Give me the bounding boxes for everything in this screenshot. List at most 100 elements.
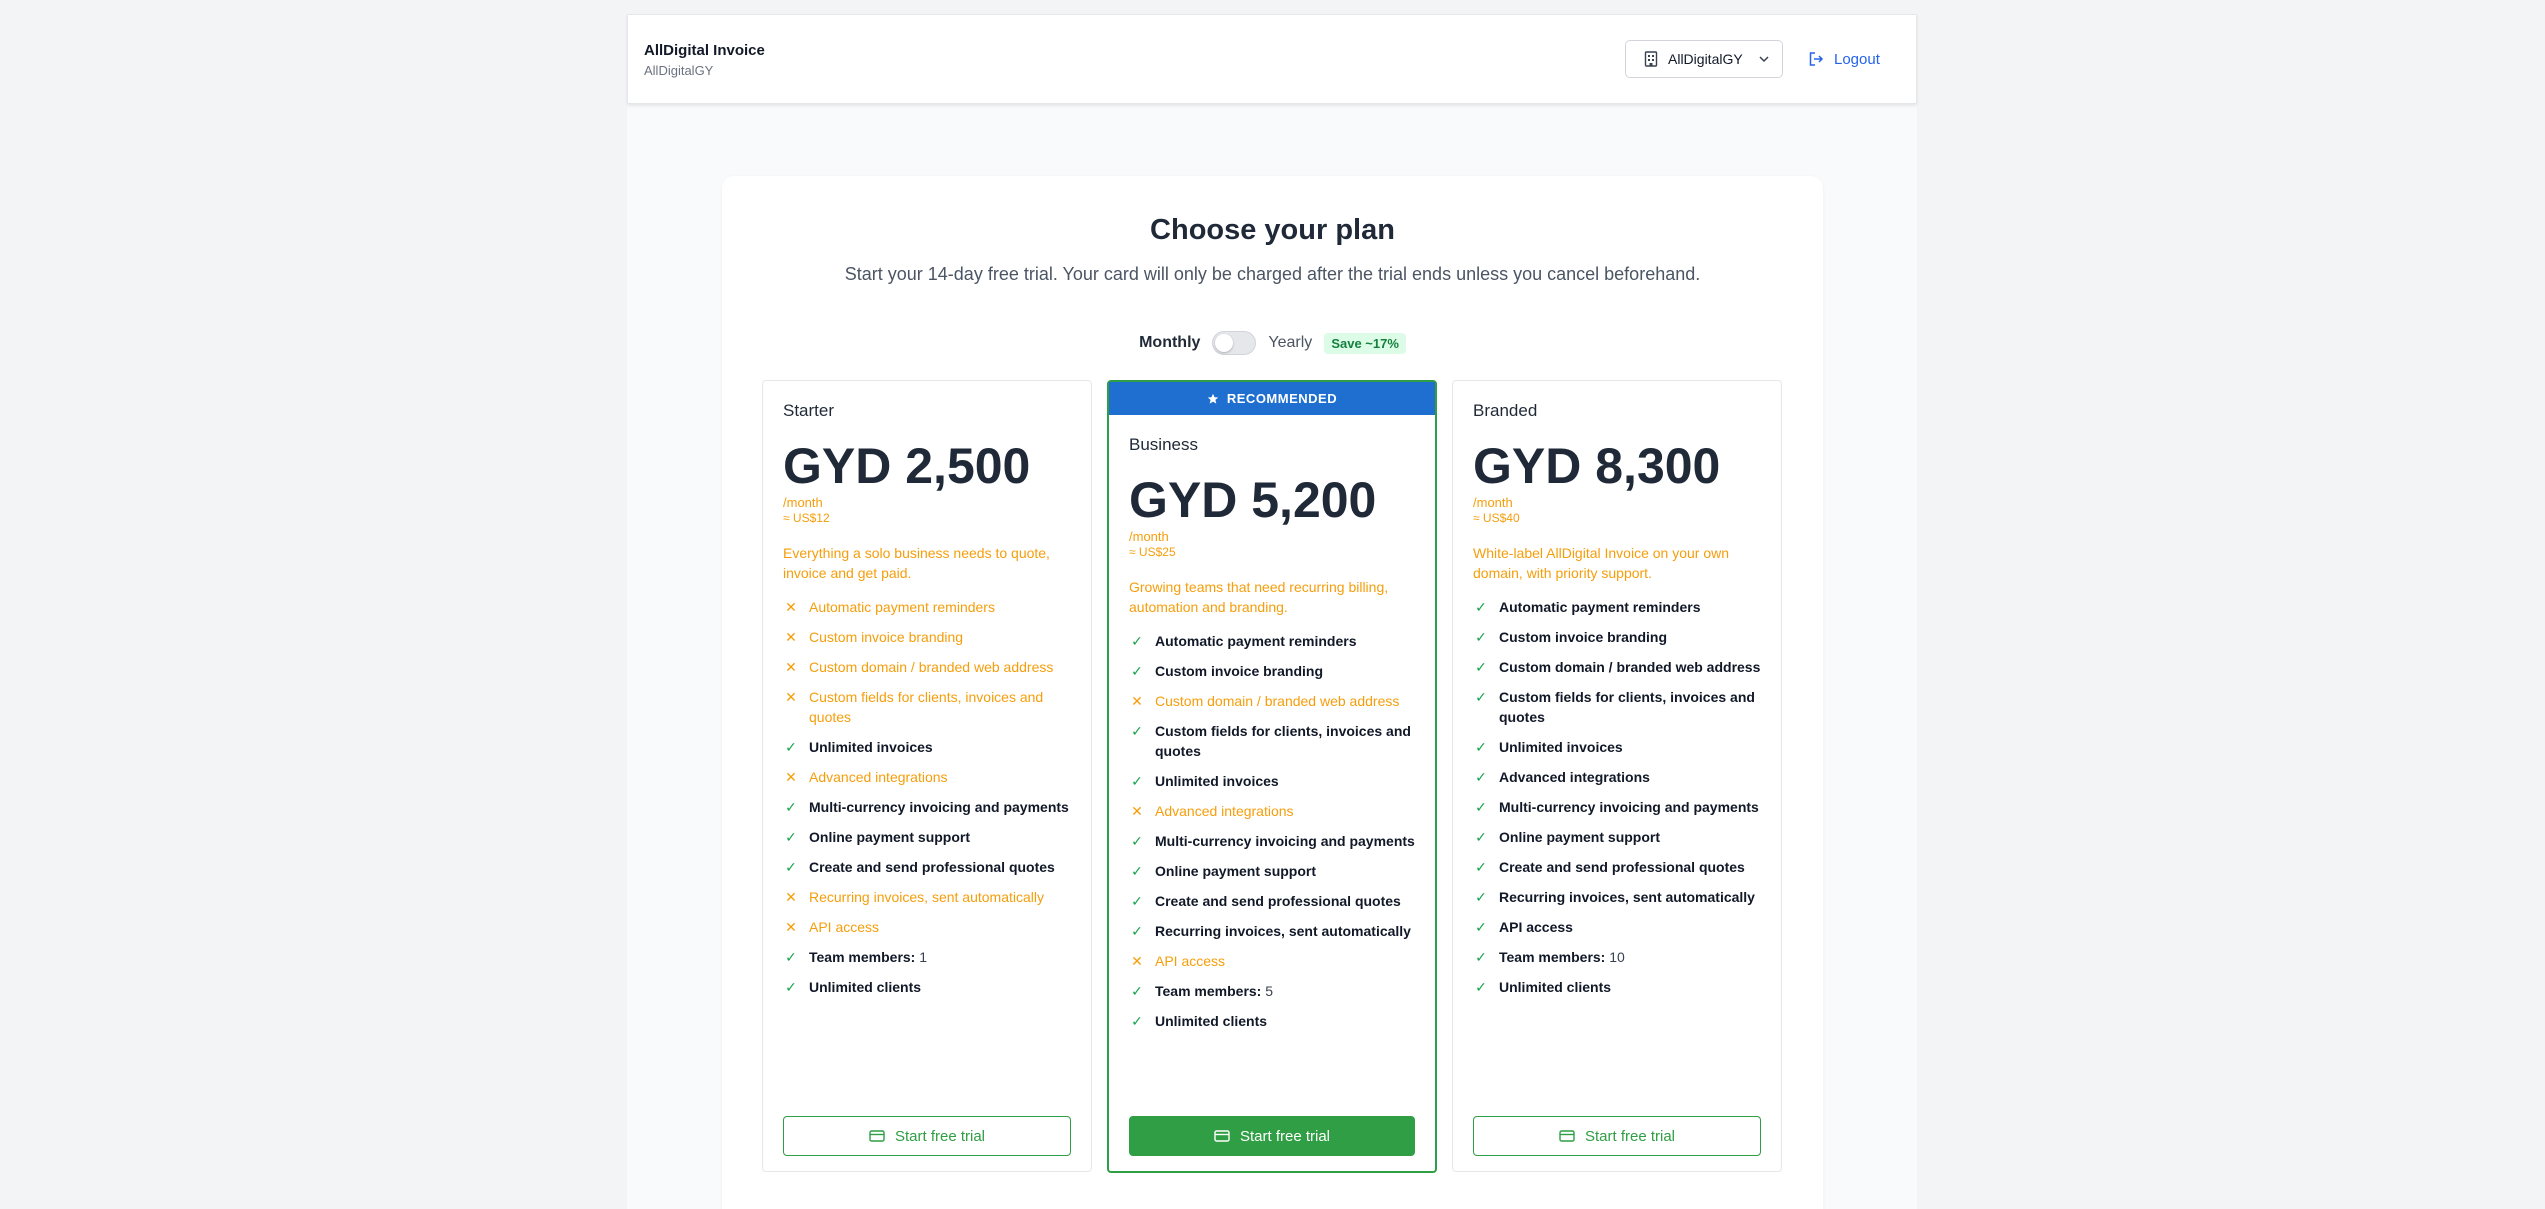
- logout-label: Logout: [1834, 50, 1880, 68]
- yearly-label: Yearly: [1268, 334, 1313, 351]
- feature-item: ✓ Create and send professional quotes: [1129, 891, 1415, 911]
- feature-item: ✓ Unlimited invoices: [1129, 771, 1415, 791]
- building-icon: [1644, 51, 1658, 67]
- feature-label-text: Custom fields for clients, invoices and …: [1155, 723, 1411, 759]
- feature-item: ✓ Multi-currency invoicing and payments: [783, 797, 1071, 817]
- feature-label: Create and send professional quotes: [1155, 891, 1401, 911]
- toggle-knob: [1215, 334, 1234, 352]
- feature-item: ✓ Unlimited clients: [1129, 1011, 1415, 1031]
- feature-label: Automatic payment reminders: [1155, 631, 1357, 651]
- cross-icon: ✕: [785, 889, 797, 905]
- feature-item: ✓ Unlimited invoices: [1473, 737, 1761, 757]
- feature-item: ✕ Advanced integrations: [1129, 801, 1415, 821]
- credit-card-icon: [1214, 1130, 1230, 1142]
- feature-label-text: Unlimited clients: [809, 979, 922, 995]
- feature-label-text: Custom invoice branding: [1155, 663, 1324, 679]
- feature-list: ✓ Automatic payment reminders ✓ Custom invo…: [1129, 631, 1415, 1031]
- feature-item: ✓ API access: [1473, 917, 1761, 937]
- start-trial-label: Start free trial: [894, 1127, 986, 1145]
- feature-label-text: Automatic payment reminders: [1499, 599, 1701, 615]
- feature-label: Automatic payment reminders: [809, 597, 995, 617]
- start-trial-label: Start free trial: [1584, 1127, 1676, 1145]
- feature-label-text: Advanced integrations: [1155, 803, 1294, 819]
- plan-name: Starter: [783, 401, 835, 420]
- feature-label: Online payment support: [809, 827, 970, 847]
- plan-period: /month: [783, 495, 823, 510]
- feature-label-text: Custom invoice branding: [809, 629, 964, 645]
- page-subtitle: Start your 14-day free trial. Your card …: [844, 264, 1701, 284]
- feature-item: ✓ Custom domain / branded web address: [1473, 657, 1761, 677]
- plan-usd-price: ≈ US$25: [1129, 545, 1176, 559]
- feature-label-text: Custom domain / branded web address: [1155, 693, 1400, 709]
- plan-description: Growing teams that need recurring billin…: [1129, 579, 1389, 615]
- cross-icon: ✕: [785, 629, 797, 645]
- check-icon: ✓: [1131, 893, 1143, 909]
- feature-label-text: Online payment support: [809, 829, 971, 845]
- feature-label: Multi-currency invoicing and payments: [1155, 831, 1415, 851]
- plan-usd-price: ≈ US$12: [783, 511, 830, 525]
- feature-item: ✓ Recurring invoices, sent automatically: [1129, 921, 1415, 941]
- check-icon: ✓: [1475, 889, 1487, 905]
- check-icon: ✓: [1475, 689, 1487, 705]
- plan-card-business: RECOMMENDED Business GYD 5,200 /month ≈ …: [1107, 380, 1437, 1173]
- credit-card-icon: [869, 1130, 885, 1142]
- feature-label: Recurring invoices, sent automatically: [1155, 921, 1411, 941]
- feature-list: ✕ Automatic payment reminders ✕ Custom invo…: [783, 597, 1071, 997]
- feature-label-text: Automatic payment reminders: [809, 599, 995, 615]
- billing-toggle[interactable]: [1212, 331, 1257, 355]
- recommended-banner: RECOMMENDED: [1109, 382, 1435, 415]
- feature-label-text: Automatic payment reminders: [1155, 633, 1357, 649]
- recommended-label: RECOMMENDED: [1226, 391, 1338, 406]
- feature-label: Advanced integrations: [1499, 767, 1650, 787]
- feature-label-text: Unlimited clients: [1499, 979, 1612, 995]
- feature-label-text: Online payment support: [1499, 829, 1661, 845]
- start-trial-button-branded[interactable]: Start free trial: [1473, 1116, 1761, 1156]
- start-trial-button-business[interactable]: Start free trial: [1129, 1116, 1415, 1156]
- feature-label: Team members: 5: [1155, 981, 1273, 1001]
- plan-card-branded: Branded GYD 8,300 /month ≈ US$40 White-l…: [1452, 380, 1782, 1172]
- check-icon: ✓: [785, 799, 797, 815]
- check-icon: ✓: [1131, 863, 1143, 879]
- feature-item: ✓ Unlimited invoices: [783, 737, 1071, 757]
- cross-icon: ✕: [785, 769, 797, 785]
- feature-item: ✓ Team members: 5: [1129, 981, 1415, 1001]
- feature-item: ✓ Multi-currency invoicing and payments: [1129, 831, 1415, 851]
- feature-item: ✓ Recurring invoices, sent automatically: [1473, 887, 1761, 907]
- start-trial-button-starter[interactable]: Start free trial: [783, 1116, 1071, 1156]
- check-icon: ✓: [1131, 773, 1143, 789]
- feature-label: Multi-currency invoicing and payments: [809, 797, 1069, 817]
- plan-body: Starter GYD 2,500 /month ≈ US$12 Everyth…: [783, 401, 1071, 1007]
- logout-button[interactable]: Logout: [1808, 40, 1880, 78]
- feature-item: ✕ API access: [1129, 951, 1415, 971]
- check-icon: ✓: [785, 979, 797, 995]
- plan-name: Business: [1129, 435, 1198, 454]
- feature-item: ✓ Custom fields for clients, invoices and…: [1129, 721, 1415, 761]
- organization-select[interactable]: AllDigitalGY: [1625, 40, 1783, 78]
- feature-label-text: Custom invoice branding: [1499, 629, 1668, 645]
- cross-icon: ✕: [785, 659, 797, 675]
- check-icon: ✓: [1475, 629, 1487, 645]
- app-name: AllDigital Invoice: [644, 42, 765, 59]
- plan-price: GYD 5,200: [1129, 472, 1377, 528]
- feature-label: Create and send professional quotes: [1499, 857, 1745, 877]
- feature-label-text: Multi-currency invoicing and payments: [1155, 833, 1415, 849]
- feature-item: ✓ Custom invoice branding: [1473, 627, 1761, 647]
- feature-label-text: Team members:: [1155, 983, 1262, 999]
- feature-label: Custom invoice branding: [1155, 661, 1323, 681]
- feature-label-text: Online payment support: [1155, 863, 1317, 879]
- feature-label-text: Advanced integrations: [809, 769, 948, 785]
- feature-label-text: Team members:: [1499, 949, 1606, 965]
- feature-label-text: Create and send professional quotes: [1155, 893, 1401, 909]
- feature-label-text: API access: [809, 919, 880, 935]
- check-icon: ✓: [1131, 723, 1143, 739]
- feature-label-text: Multi-currency invoicing and payments: [1499, 799, 1759, 815]
- feature-item: ✓ Online payment support: [1129, 861, 1415, 881]
- feature-label-text: Custom domain / branded web address: [1499, 659, 1761, 675]
- start-trial-label: Start free trial: [1239, 1127, 1331, 1145]
- check-icon: ✓: [1131, 923, 1143, 939]
- feature-label: Unlimited invoices: [1499, 737, 1623, 757]
- cross-icon: ✕: [785, 689, 797, 705]
- feature-item: ✕ Custom fields for clients, invoices and…: [783, 687, 1071, 727]
- save-badge: Save ~17%: [1324, 332, 1406, 354]
- feature-label: Custom domain / branded web address: [1499, 657, 1760, 677]
